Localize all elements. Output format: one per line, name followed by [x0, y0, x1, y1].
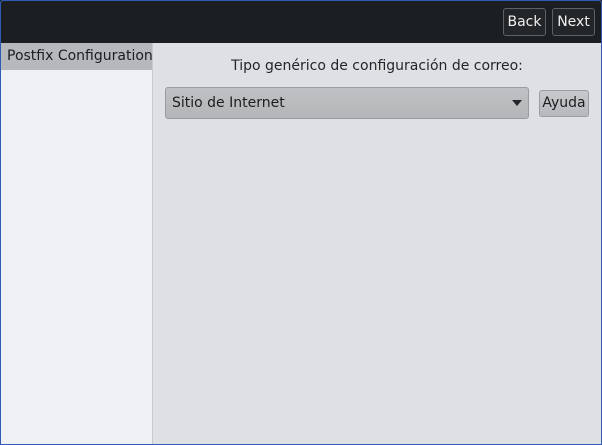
- sidebar-item-postfix-configuration[interactable]: Postfix Configuration: [1, 43, 153, 70]
- back-button[interactable]: Back: [503, 8, 546, 36]
- mail-config-type-select[interactable]: Sitio de Internet: [165, 87, 529, 119]
- main-panel: Tipo genérico de configuración de correo…: [153, 43, 601, 444]
- installer-window: Back Next Postfix Configuration Tipo gen…: [0, 0, 602, 445]
- sidebar: Postfix Configuration: [1, 43, 153, 444]
- help-button[interactable]: Ayuda: [539, 90, 589, 117]
- select-value: Sitio de Internet: [172, 95, 285, 111]
- top-bar: Back Next: [1, 1, 601, 43]
- next-button[interactable]: Next: [552, 8, 595, 36]
- question-label: Tipo genérico de configuración de correo…: [231, 58, 523, 74]
- chevron-down-icon: [512, 100, 522, 106]
